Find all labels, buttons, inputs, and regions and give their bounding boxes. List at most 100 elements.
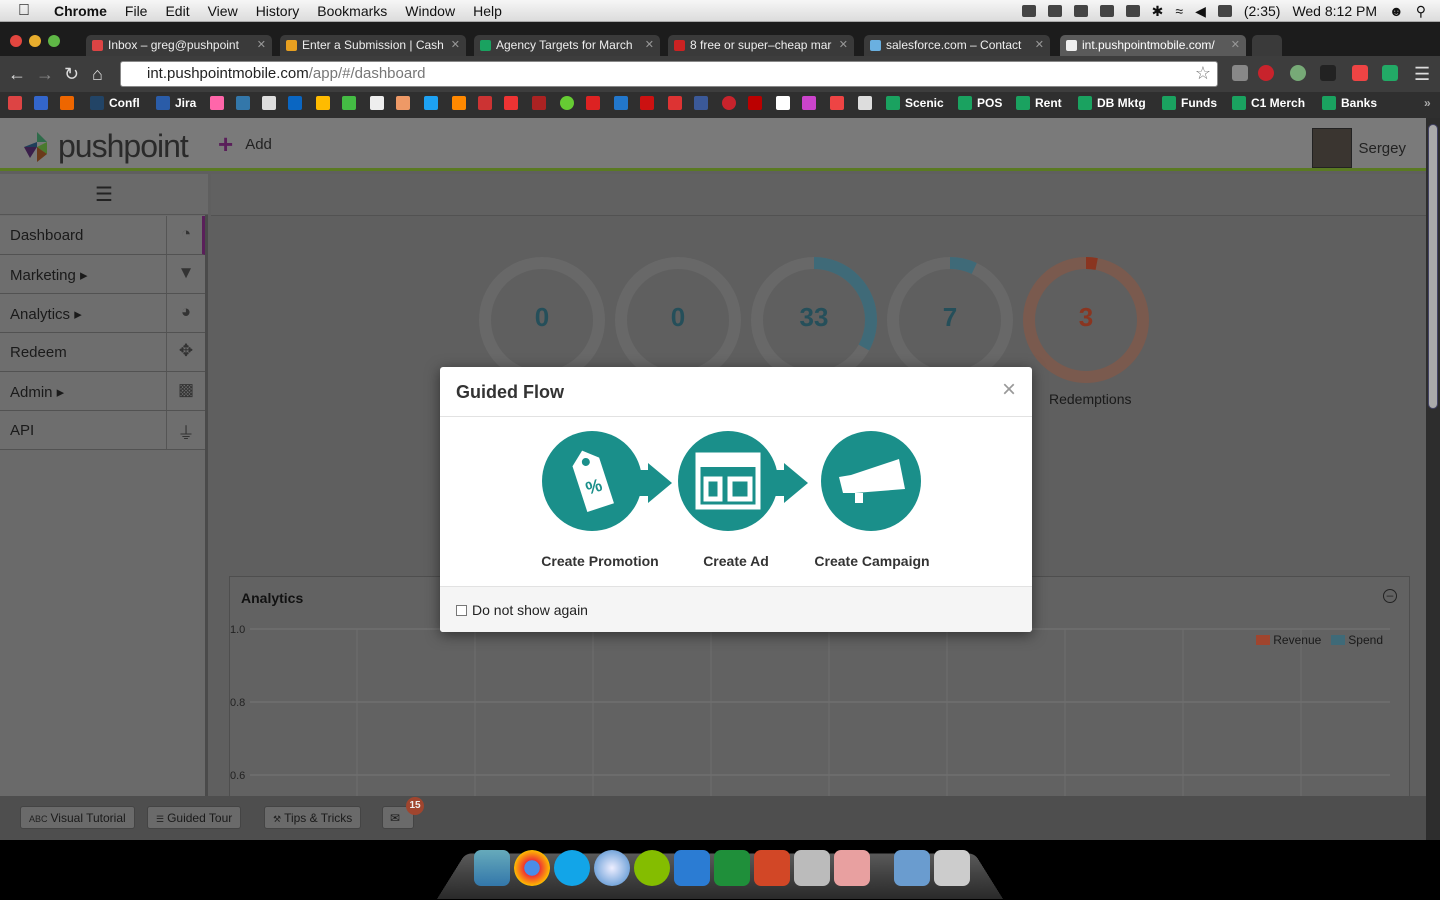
minimize-window-icon[interactable]	[29, 35, 41, 47]
timemachine-icon[interactable]	[1099, 5, 1114, 17]
bookmark-misc-9[interactable]	[504, 96, 518, 110]
back-icon[interactable]: ←	[8, 64, 26, 85]
bookmark-star-icon[interactable]: ☆	[1195, 63, 1211, 84]
tab-submission[interactable]: Enter a Submission | Cash ✕	[280, 35, 466, 56]
create-ad-step[interactable]	[678, 431, 778, 531]
menu-window[interactable]: Window	[405, 3, 455, 19]
close-tab-icon[interactable]: ✕	[645, 38, 654, 51]
forward-icon[interactable]: →	[36, 64, 54, 85]
bookmark-netflix[interactable]	[748, 96, 762, 110]
trash-icon[interactable]	[934, 850, 970, 886]
clipper-extension-icon[interactable]	[1352, 65, 1368, 81]
menu-view[interactable]: View	[208, 3, 238, 19]
tab-agency-targets[interactable]: Agency Targets for March ✕	[474, 35, 660, 56]
tab-pushpoint[interactable]: int.pushpointmobile.com/ ✕	[1060, 35, 1246, 56]
new-tab-button[interactable]	[1252, 35, 1282, 56]
guided-tour-button[interactable]: ☰ Guided Tour	[147, 806, 242, 829]
excel-icon[interactable]	[714, 850, 750, 886]
spotlight-icon[interactable]: ⚲	[1416, 3, 1426, 20]
legend-revenue[interactable]: Revenue	[1256, 633, 1321, 647]
reload-icon[interactable]: ↻	[64, 64, 79, 85]
color-extension-icon[interactable]	[1290, 65, 1306, 81]
stat-ring[interactable]: 3	[1022, 256, 1150, 384]
bookmark-misc-18[interactable]	[858, 96, 872, 110]
address-bar[interactable]: int.pushpointmobile.com/app/#/dashboard …	[120, 61, 1218, 87]
cloud-extension-icon[interactable]	[1320, 65, 1336, 81]
chrome-menu-icon[interactable]: ☰	[1414, 64, 1430, 85]
bookmark-misc-4[interactable]	[316, 96, 330, 110]
wifi-icon[interactable]: ≈	[1175, 3, 1183, 19]
bookmark-misc-15[interactable]	[668, 96, 682, 110]
sidebar-item-dashboard[interactable]: Dashboard ◔	[0, 216, 205, 255]
page-scrollbar[interactable]	[1426, 118, 1440, 840]
menu-bookmarks[interactable]: Bookmarks	[317, 3, 387, 19]
menu-history[interactable]: History	[256, 3, 300, 19]
bookmark-bitly[interactable]	[396, 96, 410, 110]
dropbox-icon[interactable]	[1073, 5, 1088, 17]
evernote-extension-icon[interactable]	[1382, 65, 1398, 81]
close-icon[interactable]: ×	[1002, 376, 1016, 404]
stat-ring[interactable]: 7	[886, 256, 1014, 384]
legend-spend[interactable]: Spend	[1331, 633, 1383, 647]
bookmark-misc-8[interactable]	[478, 96, 492, 110]
zoom-window-icon[interactable]	[48, 35, 60, 47]
bookmark-gmail[interactable]	[8, 96, 22, 110]
spotify-icon[interactable]	[634, 850, 670, 886]
clock[interactable]: Wed 8:12 PM	[1292, 3, 1377, 19]
close-window-icon[interactable]	[10, 35, 22, 47]
bluetooth-icon[interactable]: ✱	[1152, 3, 1164, 20]
bookmark-confl[interactable]: Confl	[90, 96, 140, 110]
menu-file[interactable]: File	[125, 3, 148, 19]
mobile-extension-icon[interactable]	[1232, 65, 1248, 81]
tab-gmail[interactable]: Inbox – greg@pushpoint ✕	[86, 35, 272, 56]
add-button[interactable]: + Add	[218, 131, 272, 157]
close-tab-icon[interactable]: ✕	[839, 38, 848, 51]
create-campaign-label[interactable]: Create Campaign	[792, 553, 952, 569]
bookmark-c1-merch[interactable]: C1 Merch	[1232, 96, 1305, 110]
bookmark-misc-11[interactable]	[560, 96, 574, 110]
word-icon[interactable]	[674, 850, 710, 886]
do-not-show-label[interactable]: Do not show again	[472, 602, 588, 618]
stat-ring[interactable]: 33	[750, 256, 878, 384]
battery-icon[interactable]	[1217, 5, 1232, 17]
pinterest-extension-icon[interactable]	[1258, 65, 1274, 81]
finder-icon[interactable]	[474, 850, 510, 886]
bookmark-facebook[interactable]	[694, 96, 708, 110]
close-tab-icon[interactable]: ✕	[1231, 38, 1240, 51]
close-tab-icon[interactable]: ✕	[451, 38, 460, 51]
menu-edit[interactable]: Edit	[165, 3, 189, 19]
preview-icon[interactable]	[794, 850, 830, 886]
home-icon[interactable]: ⌂	[92, 64, 103, 85]
bookmark-misc-10[interactable]	[532, 96, 546, 110]
close-tab-icon[interactable]: ✕	[257, 38, 266, 51]
tab-venturebeat[interactable]: 8 free or super–cheap mar ✕	[668, 35, 854, 56]
bookmark-amazon[interactable]	[776, 96, 790, 110]
bookmark-rent[interactable]: Rent	[1016, 96, 1062, 110]
bookmark-misc-7[interactable]	[452, 96, 466, 110]
visual-tutorial-button[interactable]: ABC Visual Tutorial	[20, 806, 135, 829]
bookmark-pos[interactable]: POS	[958, 96, 1002, 110]
create-campaign-step[interactable]	[821, 431, 921, 531]
volume-icon[interactable]: ◀	[1195, 3, 1206, 20]
bookmark-office[interactable]	[60, 96, 74, 110]
bookmark-funds[interactable]: Funds	[1162, 96, 1217, 110]
skype-icon[interactable]	[554, 850, 590, 886]
bookmark-linkedin[interactable]	[288, 96, 302, 110]
bookmark-scenic[interactable]: Scenic	[886, 96, 944, 110]
stat-ring[interactable]: 0	[478, 256, 606, 384]
display-icon[interactable]	[1125, 5, 1140, 17]
menu-app[interactable]: Chrome	[54, 3, 107, 19]
bookmark-calendar[interactable]	[34, 96, 48, 110]
bookmark-misc-3[interactable]	[262, 96, 276, 110]
bookmark-misc-17[interactable]	[830, 96, 844, 110]
bookmark-db-mktg[interactable]: DB Mktg	[1078, 96, 1146, 110]
do-not-show-checkbox[interactable]	[456, 605, 467, 616]
sidebar-item-marketing[interactable]: Marketing ▸ ▼	[0, 255, 205, 294]
bookmark-misc-6[interactable]	[370, 96, 384, 110]
bookmarks-overflow-icon[interactable]: »	[1424, 96, 1431, 110]
powerpoint-icon[interactable]	[754, 850, 790, 886]
bookmark-misc-14[interactable]	[640, 96, 654, 110]
bookmark-misc-16[interactable]	[802, 96, 816, 110]
sidebar-item-analytics[interactable]: Analytics ▸ ◕	[0, 294, 205, 333]
tab-salesforce[interactable]: salesforce.com – Contact ✕	[864, 35, 1050, 56]
